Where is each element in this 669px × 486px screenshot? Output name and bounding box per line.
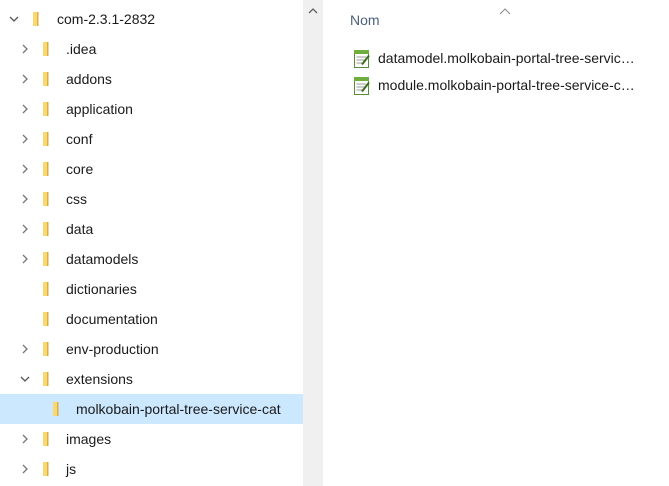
tree-item-documentation[interactable]: documentation: [0, 304, 303, 334]
tree-item-images[interactable]: images: [0, 424, 303, 454]
tree-item-env-production[interactable]: env-production: [0, 334, 303, 364]
file-row[interactable]: datamodel.molkobain-portal-tree-servic…: [323, 45, 669, 71]
tree-item-core[interactable]: core: [0, 154, 303, 184]
tree-item-dictionaries[interactable]: dictionaries: [0, 274, 303, 304]
tree-item-extensions[interactable]: extensions: [0, 364, 303, 394]
tree-item-label: datamodels: [66, 251, 139, 267]
tree-item-datamodels[interactable]: datamodels: [0, 244, 303, 274]
chevron-right-icon[interactable]: [19, 103, 31, 115]
chevron-right-icon[interactable]: [19, 253, 31, 265]
php-file-icon: [353, 49, 371, 69]
tree-item-data[interactable]: data: [0, 214, 303, 244]
folder-icon: [30, 11, 46, 27]
folder-icon: [40, 431, 56, 447]
tree-item-label: molkobain-portal-tree-service-cat: [76, 401, 281, 417]
tree-item-label: extensions: [66, 371, 133, 387]
tree-item-label: documentation: [66, 311, 158, 327]
sort-ascending-icon: [499, 2, 511, 15]
folder-icon: [40, 101, 56, 117]
tree-item-conf[interactable]: conf: [0, 124, 303, 154]
tree-item-label: core: [66, 161, 94, 177]
tree-item-root[interactable]: com-2.3.1-2832: [0, 4, 303, 34]
folder-icon: [40, 371, 56, 387]
tree-item-addons[interactable]: addons: [0, 64, 303, 94]
file-name: module.molkobain-portal-tree-service-c…: [378, 77, 635, 93]
chevron-right-icon[interactable]: [19, 163, 31, 175]
folder-icon: [50, 401, 66, 417]
scroll-up-button[interactable]: [303, 0, 323, 22]
chevron-up-icon: [308, 8, 318, 14]
folder-icon: [40, 161, 56, 177]
chevron-right-icon[interactable]: [19, 133, 31, 145]
chevron-right-icon[interactable]: [19, 43, 31, 55]
file-row[interactable]: module.molkobain-portal-tree-service-c…: [323, 72, 669, 98]
tree-item-label: css: [66, 191, 87, 207]
tree-item-label: data: [66, 221, 94, 237]
folder-icon: [40, 221, 56, 237]
php-file-icon: [353, 76, 371, 96]
tree-item-label: env-production: [66, 341, 159, 357]
file-name: datamodel.molkobain-portal-tree-servic…: [378, 50, 635, 66]
tree-item-label: application: [66, 101, 133, 117]
folder-icon: [40, 281, 56, 297]
chevron-right-icon[interactable]: [19, 223, 31, 235]
folder-icon: [40, 41, 56, 57]
tree-item-label: dictionaries: [66, 281, 137, 297]
file-list-pane: Nom datamodel.molkobain-portal-tree-serv…: [323, 0, 669, 486]
chevron-down-icon[interactable]: [19, 373, 31, 385]
folder-icon: [40, 191, 56, 207]
column-header-name[interactable]: Nom: [350, 11, 380, 29]
folder-icon: [40, 71, 56, 87]
tree-item-label: addons: [66, 71, 112, 87]
scrollbar-track[interactable]: [307, 24, 319, 482]
folder-icon: [40, 131, 56, 147]
chevron-right-icon[interactable]: [19, 73, 31, 85]
chevron-right-icon[interactable]: [19, 433, 31, 445]
folder-icon: [40, 311, 56, 327]
chevron-down-icon[interactable]: [8, 13, 20, 25]
folder-icon: [40, 341, 56, 357]
tree-item-css[interactable]: css: [0, 184, 303, 214]
tree-item-label: com-2.3.1-2832: [57, 11, 156, 27]
folder-icon: [40, 461, 56, 477]
tree-item-js[interactable]: js: [0, 454, 303, 484]
chevron-right-icon[interactable]: [19, 343, 31, 355]
chevron-right-icon[interactable]: [19, 463, 31, 475]
tree-item-application[interactable]: application: [0, 94, 303, 124]
navigation-pane: com-2.3.1-2832 .idea addons application: [0, 0, 303, 486]
tree-item-molkobain-portal-tree-service-cat[interactable]: molkobain-portal-tree-service-cat: [0, 394, 303, 424]
tree-item-label: images: [66, 431, 112, 447]
tree-item-label: js: [66, 461, 77, 477]
vertical-scrollbar[interactable]: [303, 0, 323, 486]
folder-icon: [40, 251, 56, 267]
tree-item-label: .idea: [66, 41, 97, 57]
tree-item-label: conf: [66, 131, 93, 147]
chevron-right-icon[interactable]: [19, 193, 31, 205]
tree-item-idea[interactable]: .idea: [0, 34, 303, 64]
